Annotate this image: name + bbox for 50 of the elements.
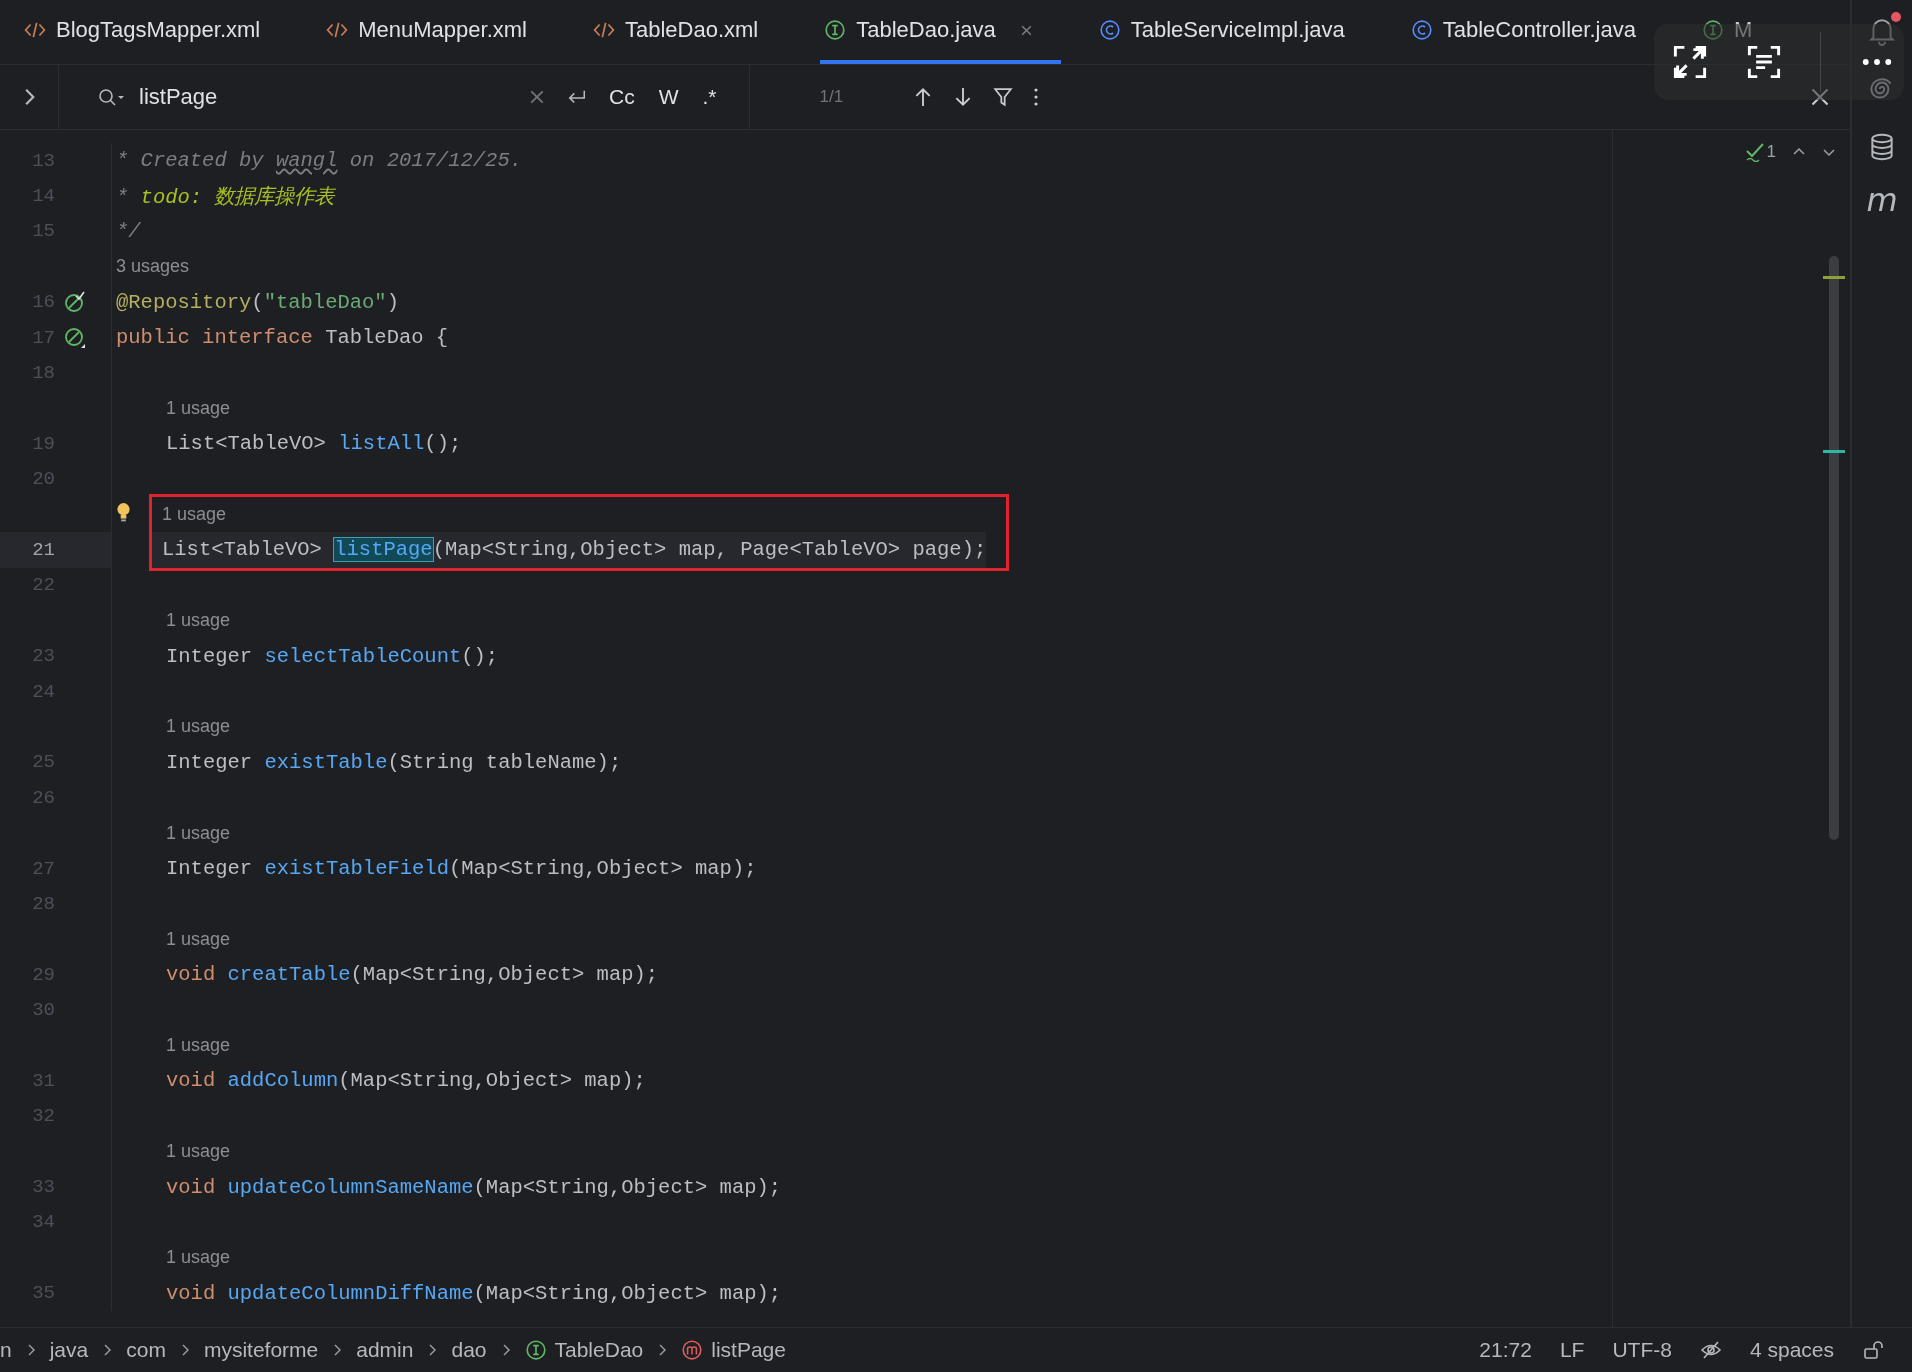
usages-hint[interactable]: 1 usage <box>166 1141 231 1163</box>
caret-position[interactable]: 21:72 <box>1479 1338 1532 1362</box>
search-field[interactable]: listPage <box>97 84 507 110</box>
breadcrumb[interactable]: admin <box>356 1338 414 1362</box>
code-line: Integer existTableField(Map<String,Object> map); <box>166 857 757 880</box>
usages-hint[interactable]: 1 usage <box>166 397 231 419</box>
code-line: void updateColumnSameName(Map<String,Object> map); <box>166 1175 782 1199</box>
search-option-toggle[interactable]: W <box>656 85 681 109</box>
usages-hint[interactable]: 1 usage <box>166 1034 231 1056</box>
breadcrumb[interactable]: n <box>0 1338 12 1362</box>
editor-tab[interactable]: TableDao.xml <box>588 0 787 64</box>
usages-hint[interactable]: 1 usage <box>166 716 231 738</box>
code-line: List<TableVO> listAll(); <box>166 432 462 456</box>
usages-hint[interactable]: 1 usage <box>166 928 231 950</box>
usages-hint[interactable]: 3 usages <box>116 256 190 278</box>
code-line: void updateColumnDiffName(Map<String,Object> map); <box>166 1281 782 1305</box>
code-line: List<TableVO> listPage(Map<String,Object> map, Page<TableVO> page); <box>162 538 987 562</box>
breadcrumb[interactable]: com <box>126 1338 166 1362</box>
breadcrumb[interactable]: TableDao <box>524 1338 644 1362</box>
search-option-toggle[interactable]: .* <box>700 85 719 109</box>
usages-hint[interactable]: 1 usage <box>166 822 231 844</box>
code-line: * Created by wangl on 2017/12/25. <box>116 149 522 173</box>
breadcrumb[interactable]: java <box>49 1338 89 1362</box>
editor-tab[interactable]: TableController.java <box>1406 0 1664 64</box>
match-count: 1/1 <box>819 87 844 107</box>
code-line: public interface TableDao { <box>116 326 449 350</box>
code-line: * todo: 数据库操作表 <box>116 185 335 211</box>
editor-tab[interactable]: BlogTagsMapper.xml <box>20 0 289 64</box>
code-line: Integer selectTableCount(); <box>166 644 499 668</box>
code-line: */ <box>116 219 141 243</box>
usages-hint[interactable]: 1 usage <box>166 1247 231 1269</box>
problem-count: 1 <box>1766 142 1776 162</box>
code-line: void creatTable(Map<String,Object> map); <box>166 963 659 987</box>
search-option-toggle[interactable]: Cc <box>607 85 637 109</box>
editor-tab[interactable]: TableServiceImpl.java <box>1094 0 1373 64</box>
code-line: @Repository("tableDao") <box>116 290 399 314</box>
line-number: 21 <box>31 539 55 561</box>
code-line: Integer existTable(String tableName); <box>166 750 622 774</box>
breadcrumb[interactable]: dao <box>451 1338 487 1362</box>
usages-hint[interactable]: 1 usage <box>162 504 227 526</box>
indent-setting[interactable]: 4 spaces <box>1749 1338 1834 1362</box>
breadcrumb[interactable]: listPage <box>681 1338 786 1362</box>
maven-tool-button[interactable]: m <box>1866 184 1898 216</box>
editor-tab[interactable]: MenuMapper.xml <box>322 0 555 64</box>
breadcrumb[interactable]: mysiteforme <box>203 1338 319 1362</box>
usages-hint[interactable]: 1 usage <box>166 610 231 632</box>
editor-tab[interactable]: TableDao.java <box>820 0 1061 64</box>
file-encoding[interactable]: UTF-8 <box>1612 1338 1672 1362</box>
line-ending[interactable]: LF <box>1559 1338 1585 1362</box>
code-line: void addColumn(Map<String,Object> map); <box>166 1069 646 1093</box>
